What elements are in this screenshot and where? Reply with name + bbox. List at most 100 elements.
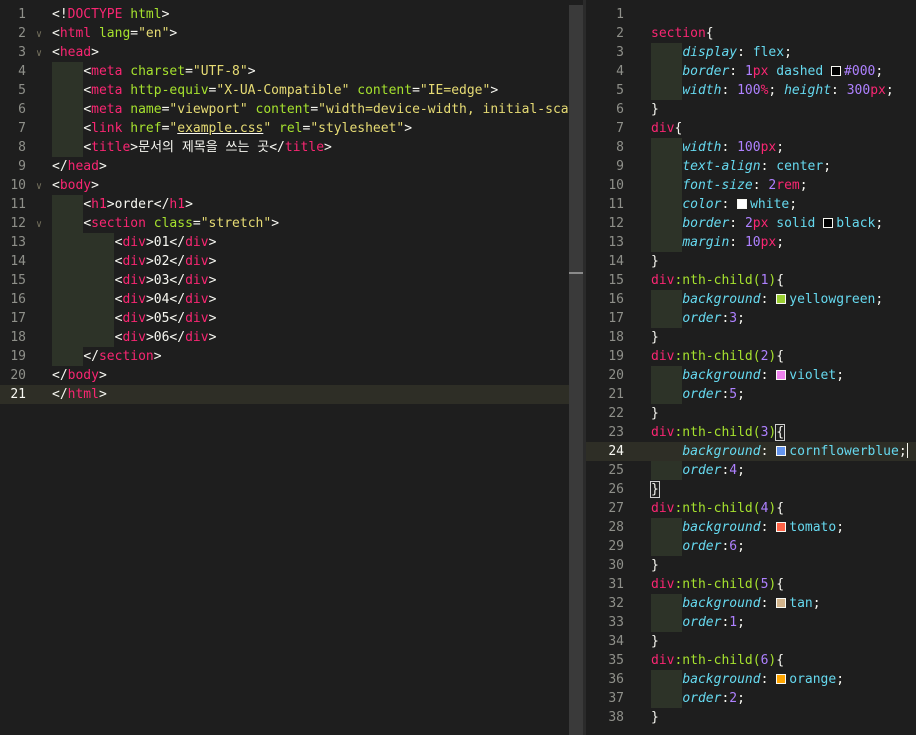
fold-chevron-icon[interactable]: ∨ — [26, 44, 52, 63]
code-line[interactable]: 17 <div>05</div> — [0, 309, 569, 328]
code-line[interactable]: 28 background: tomato; — [586, 518, 916, 537]
code-line[interactable]: 34} — [586, 632, 916, 651]
code-line[interactable]: 6} — [586, 100, 916, 119]
code-token: > — [106, 197, 115, 212]
code-line[interactable]: 22} — [586, 404, 916, 423]
code-line[interactable]: 12 ∨ <section class="stretch"> — [0, 214, 569, 233]
code-line[interactable]: 8 width: 100px; — [586, 138, 916, 157]
code-token: </ — [169, 330, 186, 345]
code-line[interactable]: 7 div{ — [586, 119, 916, 138]
code-line[interactable]: 32 background: tan; — [586, 594, 916, 613]
code-token: div — [651, 577, 675, 592]
code-token: div — [651, 273, 675, 288]
code-text: </section> — [52, 349, 162, 364]
code-text: <div>04</div> — [52, 292, 217, 307]
code-token: order — [682, 615, 722, 630]
code-text: <title>문서의 제목을 쓰는 곳</title> — [52, 140, 332, 155]
code-line[interactable]: 10 ∨ <body> — [0, 176, 569, 195]
code-line[interactable]: 1 — [586, 5, 916, 24]
code-line[interactable]: 18} — [586, 328, 916, 347]
code-line[interactable]: 14 <div>02</div> — [0, 252, 569, 271]
code-line[interactable]: 20 </body> — [0, 366, 569, 385]
code-line[interactable]: 9 </head> — [0, 157, 569, 176]
code-line[interactable]: 10 font-size: 2rem; — [586, 176, 916, 195]
code-line[interactable]: 23 div:nth-child(3){ — [586, 423, 916, 442]
scrollbar-marker — [569, 272, 583, 274]
code-line[interactable]: 19 </section> — [0, 347, 569, 366]
code-line[interactable]: 11 color: white; — [586, 195, 916, 214]
color-swatch-icon — [776, 674, 787, 684]
code-line[interactable]: 24 background: cornflowerblue; — [586, 442, 916, 461]
html-editor-pane[interactable]: 1 <!DOCTYPE html> 2 ∨ <html lang="en"> 3 ∨ <hea… — [0, 0, 583, 735]
line-number: 13 — [10, 235, 26, 250]
line-number: 1 — [18, 7, 26, 22]
code-text: order:1; — [651, 615, 745, 630]
code-token: </ — [83, 349, 99, 364]
code-line[interactable]: 35 div:nth-child(6){ — [586, 651, 916, 670]
code-token: 300 — [846, 83, 871, 98]
code-line[interactable]: 16 background: yellowgreen; — [586, 290, 916, 309]
code-token: meta — [91, 64, 123, 79]
fold-chevron-icon[interactable]: ∨ — [26, 25, 52, 44]
code-line[interactable]: 11 <h1>order</h1> — [0, 195, 569, 214]
code-token: "stretch" — [200, 216, 272, 231]
code-line[interactable]: 36 background: orange; — [586, 670, 916, 689]
code-line[interactable]: 30} — [586, 556, 916, 575]
code-line[interactable]: 25 order:4; — [586, 461, 916, 480]
code-line[interactable]: 17 order:3; — [586, 309, 916, 328]
code-token: :nth-child( — [674, 653, 761, 668]
line-number: 32 — [608, 596, 624, 611]
code-line[interactable]: 21 </html> — [0, 385, 569, 404]
code-line[interactable]: 29 order:6; — [586, 537, 916, 556]
code-line[interactable]: 9 text-align: center; — [586, 157, 916, 176]
code-token: </ — [169, 311, 186, 326]
code-line[interactable]: 12 border: 2px solid black; — [586, 214, 916, 233]
code-line[interactable]: 6 <meta name="viewport" content="width=d… — [0, 100, 583, 119]
css-editor-pane[interactable]: 1 2 section{3 display: flex; 4 border: 1px … — [586, 0, 916, 735]
code-line[interactable]: 5 <meta http-equiv = "X-UA-Compatible" con… — [0, 81, 569, 100]
code-token: > — [153, 349, 162, 364]
code-line[interactable]: 16 <div>04</div> — [0, 290, 569, 309]
code-token: : — [737, 45, 753, 60]
code-line[interactable]: 13 <div>01</div> — [0, 233, 569, 252]
code-line[interactable]: 20 background: violet; — [586, 366, 916, 385]
code-line[interactable]: 4 border: 1px dashed #000; — [586, 62, 916, 81]
code-line[interactable]: 31 div:nth-child(5){ — [586, 575, 916, 594]
fold-chevron-icon[interactable]: ∨ — [26, 177, 52, 196]
code-token: </ — [169, 254, 186, 269]
code-line[interactable]: 4 <meta charset="UTF-8"> — [0, 62, 569, 81]
code-token: : — [729, 64, 745, 79]
code-line[interactable]: 3 display: flex; — [586, 43, 916, 62]
html-editor-scrollbar[interactable] — [569, 5, 583, 735]
code-line[interactable]: 1 <!DOCTYPE html> — [0, 5, 569, 24]
code-token: > — [98, 368, 107, 383]
code-token: rel — [271, 121, 303, 136]
code-line[interactable]: 27 div:nth-child(4){ — [586, 499, 916, 518]
code-token: div — [122, 273, 146, 288]
code-line[interactable]: 2 section{ — [586, 24, 916, 43]
code-line[interactable]: 38} — [586, 708, 916, 727]
code-line[interactable]: 7 <link href="example.css" rel="styleshe… — [0, 119, 569, 138]
code-text: section{ — [651, 26, 714, 41]
line-number: 8 — [616, 140, 624, 155]
code-line[interactable]: 5 width: 100%; height: 300px; — [586, 81, 916, 100]
code-line[interactable]: 13 margin: 10px; — [586, 233, 916, 252]
code-token: : — [752, 178, 769, 193]
code-text: <div>01</div> — [52, 235, 217, 250]
code-line[interactable]: 3 ∨ <head> — [0, 43, 569, 62]
color-swatch-icon — [776, 446, 787, 456]
code-line[interactable]: 15 <div>03</div> — [0, 271, 569, 290]
code-line[interactable]: 26} — [586, 480, 916, 499]
code-line[interactable]: 8 <title>문서의 제목을 쓰는 곳</title> — [0, 138, 569, 157]
code-line[interactable]: 18 <div>06</div> — [0, 328, 569, 347]
code-line[interactable]: 37 order:2; — [586, 689, 916, 708]
code-token: ; — [737, 463, 745, 478]
code-line[interactable]: 33 order:1; — [586, 613, 916, 632]
fold-chevron-icon[interactable]: ∨ — [26, 215, 52, 234]
code-line[interactable]: 19 div:nth-child(2){ — [586, 347, 916, 366]
code-line[interactable]: 2 ∨ <html lang="en"> — [0, 24, 569, 43]
code-line[interactable]: 21 order:5; — [586, 385, 916, 404]
code-token: div — [185, 254, 209, 269]
code-line[interactable]: 14} — [586, 252, 916, 271]
code-line[interactable]: 15 div:nth-child(1){ — [586, 271, 916, 290]
